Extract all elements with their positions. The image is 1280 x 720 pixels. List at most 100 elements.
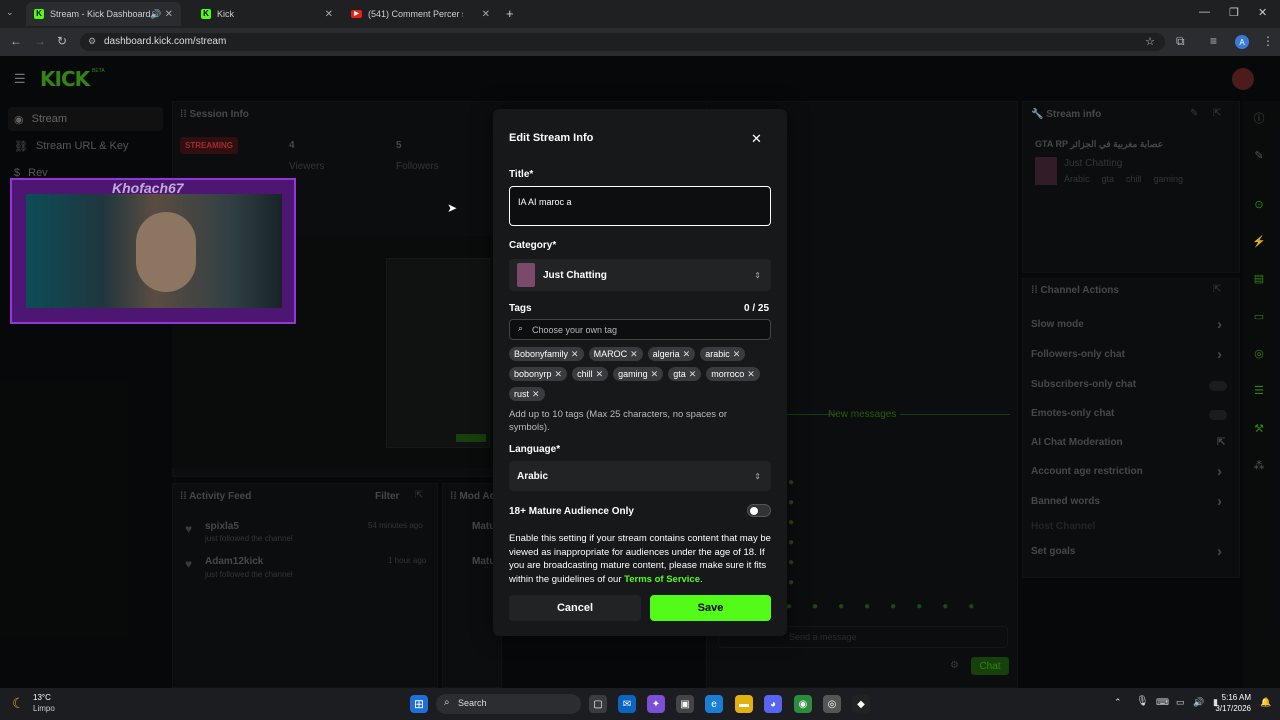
select-arrows-icon: ⇕ [754, 471, 761, 481]
kick-favicon-icon: K [34, 9, 44, 19]
site-info-icon[interactable]: ⚙ [88, 36, 96, 47]
category-select[interactable]: Just Chatting ⇕ [509, 259, 771, 291]
category-label: Category* [509, 240, 557, 251]
remove-tag-icon[interactable]: ✕ [733, 349, 741, 360]
weather-desc: Limpo [33, 704, 55, 713]
language-select[interactable]: Arabic ⇕ [509, 461, 771, 491]
category-thumbnail [517, 263, 535, 287]
store-icon[interactable]: ▣ [676, 695, 694, 713]
tag-search-placeholder: Choose your own tag [532, 325, 618, 335]
remove-tag-icon[interactable]: ✕ [651, 369, 659, 380]
keyboard-icon[interactable]: ⌨ [1156, 697, 1169, 708]
close-tab-icon[interactable]: ✕ [165, 9, 173, 20]
search-icon: ⌕ [518, 323, 524, 333]
tab-kick[interactable]: K Kick ✕ [193, 2, 341, 26]
discord-icon[interactable]: ◕ [764, 695, 782, 713]
app-icon[interactable]: ◆ [852, 695, 870, 713]
browser-menu-icon[interactable]: ⋮ [1262, 34, 1274, 48]
tag-chip[interactable]: morroco ✕ [706, 367, 760, 381]
remove-tag-icon[interactable]: ✕ [532, 389, 540, 400]
back-icon[interactable]: ← [10, 34, 22, 48]
tag-chip-label: morroco [711, 369, 745, 379]
tab-kick-dashboard[interactable]: K Stream - Kick Dashboard 🔊 ✕ [26, 2, 181, 26]
extensions-icon[interactable]: ⧉ [1176, 34, 1185, 49]
weather-temp[interactable]: 13°C [33, 693, 51, 702]
close-tab-icon[interactable]: ✕ [482, 9, 490, 20]
close-tab-icon[interactable]: ✕ [325, 9, 333, 20]
tag-chip[interactable]: algeria ✕ [647, 347, 696, 361]
tag-chip[interactable]: MAROC ✕ [588, 347, 643, 361]
outlook-icon[interactable]: ✉ [618, 695, 636, 713]
tag-chip-label: MAROC [593, 349, 628, 359]
clock-time[interactable]: 5:16 AM [1221, 693, 1251, 702]
mature-description-period: . [700, 573, 703, 585]
clock-date[interactable]: 3/17/2026 [1211, 704, 1251, 713]
tag-chip-label: chill [577, 369, 593, 379]
language-value: Arabic [517, 470, 549, 482]
task-view-icon[interactable]: ▢ [589, 695, 607, 713]
kick-favicon-icon: K [201, 9, 211, 19]
remove-tag-icon[interactable]: ✕ [555, 369, 563, 380]
mouse-cursor-icon: ➤ [447, 201, 458, 215]
obs-icon[interactable]: ◎ [823, 695, 841, 713]
tag-chip[interactable]: gta ✕ [668, 367, 702, 381]
volume-icon[interactable]: 🔊 [1193, 697, 1204, 708]
tag-chip[interactable]: arabic ✕ [700, 347, 746, 361]
minimize-icon[interactable]: — [1199, 6, 1210, 18]
youtube-favicon-icon: ▶ [351, 10, 362, 18]
tag-chip[interactable]: bobonyrp ✕ [509, 367, 568, 381]
toggle-knob [750, 507, 758, 515]
forward-icon[interactable]: → [34, 34, 46, 48]
select-arrows-icon: ⇕ [754, 270, 761, 280]
tag-chip[interactable]: Bobonyfamily ✕ [509, 347, 584, 361]
remove-tag-icon[interactable]: ✕ [630, 349, 638, 360]
weather-moon-icon[interactable]: ☾ [12, 695, 25, 712]
tag-chip-label: gaming [618, 369, 648, 379]
media-control-icon[interactable]: ≡ [1210, 34, 1217, 48]
title-input[interactable]: IA AI maroc a [509, 186, 771, 226]
microphone-icon[interactable]: 🎙 [1136, 696, 1149, 707]
tab-title: (541) Comment Percer sur [368, 9, 463, 19]
file-explorer-icon[interactable]: ▬ [735, 695, 753, 713]
network-icon[interactable]: ▭ [1176, 697, 1185, 708]
tag-chip[interactable]: gaming ✕ [613, 367, 664, 381]
bookmark-star-icon[interactable]: ☆ [1145, 35, 1155, 48]
remove-tag-icon[interactable]: ✕ [571, 349, 579, 360]
browser-tab-bar: ⌄ K Stream - Kick Dashboard 🔊 ✕ K Kick ✕… [0, 0, 1280, 28]
tags-label: Tags [509, 303, 532, 314]
tag-chip-label: Bobonyfamily [514, 349, 569, 359]
restore-icon[interactable]: ❐ [1229, 6, 1239, 19]
notifications-icon[interactable]: 🔔 [1260, 697, 1271, 708]
tab-list-icon[interactable]: ⌄ [6, 7, 14, 18]
reload-icon[interactable]: ↻ [57, 34, 67, 48]
remove-tag-icon[interactable]: ✕ [683, 349, 691, 360]
url-text: dashboard.kick.com/stream [104, 36, 227, 47]
tag-chip-label: bobonyrp [514, 369, 552, 379]
windows-start-icon[interactable]: ⊞ [410, 695, 428, 713]
tab-youtube[interactable]: ▶ (541) Comment Percer sur ✕ [343, 2, 498, 26]
chrome-icon[interactable]: ◉ [794, 695, 812, 713]
edge-icon[interactable]: e [705, 695, 723, 713]
tray-overflow-icon[interactable]: ⌃ [1114, 697, 1122, 708]
new-tab-icon[interactable]: + [506, 6, 514, 21]
remove-tag-icon[interactable]: ✕ [747, 369, 755, 380]
mature-label: 18+ Mature Audience Only [509, 506, 634, 517]
close-window-icon[interactable]: ✕ [1258, 6, 1267, 19]
mature-description: Enable this setting if your stream conta… [509, 532, 773, 586]
speaker-icon: 🔊 [150, 8, 162, 19]
tag-chip[interactable]: rust ✕ [509, 387, 545, 401]
cancel-button[interactable]: Cancel [509, 595, 641, 621]
tab-title: Stream - Kick Dashboard [50, 9, 151, 19]
copilot-icon[interactable]: ✦ [647, 695, 665, 713]
remove-tag-icon[interactable]: ✕ [596, 369, 604, 380]
modal-close-icon[interactable]: ✕ [751, 131, 762, 147]
save-button[interactable]: Save [650, 595, 771, 621]
tag-search-input[interactable]: ⌕ Choose your own tag [509, 319, 771, 340]
url-field[interactable]: ⚙ dashboard.kick.com/stream ☆ [80, 33, 1165, 51]
profile-avatar[interactable]: A [1235, 35, 1249, 49]
mature-toggle[interactable] [747, 504, 771, 517]
tag-chip[interactable]: chill ✕ [572, 367, 609, 381]
remove-tag-icon[interactable]: ✕ [689, 369, 697, 380]
taskbar-search[interactable]: ⌕ Search [436, 694, 581, 714]
terms-of-service-link[interactable]: Terms of Service [624, 574, 700, 585]
